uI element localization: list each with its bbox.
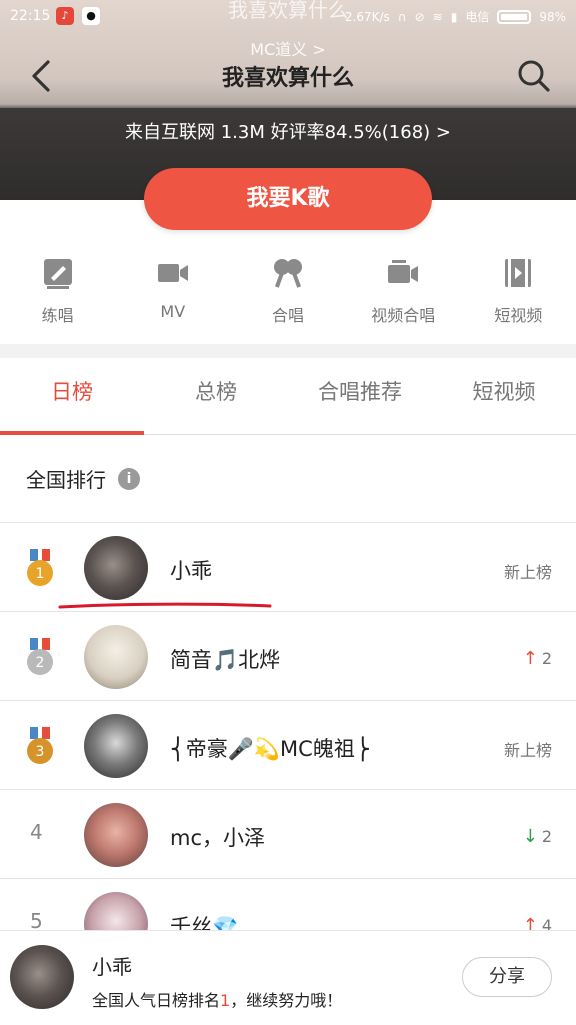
short-video-icon [505,259,532,287]
up-arrow-icon: ↑ [522,648,538,669]
status-time: 22:15 [10,8,51,24]
message-suffix: ，继续努力哦！ [230,991,343,1010]
rank-number: 3 [36,744,45,760]
battery-icon [497,9,532,24]
rank-change: ↓ 2 [523,826,552,847]
signal-icon: ▮ [450,9,458,24]
tab-overall[interactable]: 总榜 [144,358,288,434]
tab-daily[interactable]: 日榜 [0,358,144,435]
section-header: 全国排行 i [26,464,140,493]
mode-video-duet[interactable]: 视频合唱 [346,250,461,340]
rank-change: 新上榜 [504,559,552,583]
bottom-user-name: 小乖 [92,955,132,979]
search-icon [518,60,550,92]
carrier: 电信 [465,10,490,24]
ranking-tabs: 日榜 总榜 合唱推荐 短视频 [0,358,576,435]
rank-change: ↑ 2 [523,648,552,669]
mode-mv[interactable]: MV [115,250,230,340]
mode-duet-label: 合唱 [272,306,305,325]
duet-mic-icon [274,259,302,288]
practice-icon [43,259,72,289]
tab-duet-recommend[interactable]: 合唱推荐 [288,358,432,434]
mode-row: 练唱 MV 合唱 视频合唱 短视频 [0,250,576,340]
mode-short-video[interactable]: 短视频 [461,250,576,340]
tab-short-video[interactable]: 短视频 [432,358,576,434]
page-title: 我喜欢算什么 [221,66,354,91]
avatar[interactable] [10,945,74,1009]
rank-change-text: 2 [541,827,552,846]
search-button[interactable] [514,56,554,96]
singer-name: 小乖 [170,559,212,583]
mode-mv-label: MV [160,302,186,321]
bottom-bar: 小乖 全国人气日榜排名1，继续努力哦！ 分享 [0,930,576,1025]
ranking-row[interactable]: 4 mc，小泽 ↓ 2 [0,789,576,878]
ranking-row[interactable]: 3 ⎨帝豪🎤💫MC魄祖⎬ 新上榜 [0,700,576,789]
wifi-icon: ≋ [432,9,443,24]
avatar[interactable] [84,803,148,867]
mode-short-video-label: 短视频 [494,306,543,325]
rank-change-text: 2 [541,649,552,668]
singer-name: mc，小泽 [170,826,266,850]
silver-medal-icon: 2 [27,638,53,675]
message-prefix: 全国人气日榜排名 [92,991,221,1010]
avatar[interactable] [84,536,148,600]
share-button[interactable]: 分享 [462,957,552,997]
rank-change-text: 新上榜 [503,563,552,582]
down-arrow-icon: ↓ [522,826,538,847]
sing-button[interactable]: 我要K歌 [144,168,432,230]
ranking-row[interactable]: 2 简音🎵北烨 ↑ 2 [0,611,576,700]
headphone-icon: ∩ [397,9,407,24]
rank-change: 新上榜 [504,737,552,761]
avatar[interactable] [84,625,148,689]
song-info-link[interactable]: 来自互联网 1.3M 好评率84.5%(168) > [0,118,576,144]
rank-number: 2 [36,655,45,671]
rank-change-text: 新上榜 [503,741,552,760]
mode-practice-label: 练唱 [41,306,74,325]
bronze-medal-icon: 3 [27,727,53,764]
battery-level: 98% [539,9,566,24]
mode-video-duet-label: 视频合唱 [371,306,436,325]
rank-number: 4 [30,820,43,844]
video-duet-icon [388,260,419,283]
singer-name: ⎨帝豪🎤💫MC魄祖⎬ [170,737,371,761]
gold-medal-icon: 1 [27,549,53,586]
info-icon[interactable]: i [118,467,140,490]
qq-notification-icon: ● [82,7,100,25]
ranking-row[interactable]: 1 小乖 新上榜 [0,522,576,611]
handwritten-underline [58,602,272,609]
status-bar: 22:15 ♪ ● 2.67K/s ∩ ⊘ ≋ ▮ 电信 98% [0,0,576,34]
message-rank: 1 [220,991,231,1010]
network-speed: 2.67K/s [344,9,390,24]
app-notification-icon: ♪ [56,7,74,25]
mode-duet[interactable]: 合唱 [230,250,345,340]
status-right: 2.67K/s ∩ ⊘ ≋ ▮ 电信 98% [345,8,566,25]
ranking-list: 1 小乖 新上榜 2 简音🎵北烨 ↑2 3 ⎨帝豪🎤💫MC魄祖⎬ 新上榜 4 [0,522,576,967]
bottom-rank-message: 全国人气日榜排名1，继续努力哦！ [92,987,342,1011]
video-camera-icon [157,264,188,282]
section-divider [0,344,576,358]
section-title: 全国排行 [26,468,106,492]
singer-name: 简音🎵北烨 [170,648,281,672]
nav-bar: 我喜欢算什么 [0,50,576,100]
mode-practice[interactable]: 练唱 [0,250,115,340]
avatar[interactable] [84,714,148,778]
rank-number: 1 [36,566,45,582]
mute-icon: ⊘ [414,9,425,24]
